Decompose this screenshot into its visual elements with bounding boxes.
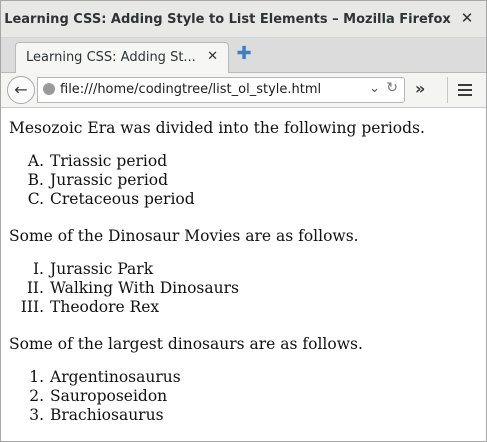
list-item-text: Theodore Rex [50, 298, 160, 316]
intro-paragraph-largest: Some of the largest dinosaurs are as fol… [9, 335, 363, 353]
navigation-toolbar: ← file:///home/codingtree/list_ol_style.… [1, 73, 486, 108]
list-item-text: Sauroposeidon [50, 387, 168, 405]
list-marker: 3. [29, 406, 44, 424]
url-history-dropdown-icon[interactable]: ⌄ [369, 81, 380, 96]
list-item: A. Triassic period [28, 152, 195, 171]
list-item: 1. Argentinosaurus [29, 368, 181, 387]
browser-window: Learning CSS: Adding Style to List Eleme… [0, 0, 487, 442]
list-item-text: Argentinosaurus [50, 368, 181, 386]
list-item: III. Theodore Rex [21, 298, 239, 317]
page-content: Mesozoic Era was divided into the follow… [1, 108, 486, 441]
list-marker: II. [26, 279, 44, 297]
tab-label: Learning CSS: Adding St... [26, 50, 196, 65]
list-item-text: Jurassic period [50, 171, 169, 189]
new-tab-button[interactable]: ✚ [234, 44, 254, 64]
intro-paragraph-periods: Mesozoic Era was divided into the follow… [9, 119, 425, 137]
periods-list: A. Triassic period B. Jurassic period C. Cr… [28, 152, 195, 209]
list-marker: B. [27, 171, 44, 189]
list-item: C. Cretaceous period [28, 190, 195, 209]
window-title: Learning CSS: Adding Style to List Eleme… [4, 12, 451, 27]
tab-close-icon[interactable]: ✕ [207, 49, 218, 64]
hamburger-menu-button[interactable] [447, 77, 478, 103]
list-item-text: Jurassic Park [50, 260, 154, 278]
site-identity-icon[interactable] [43, 83, 55, 95]
list-item: 3. Brachiosaurus [29, 406, 181, 425]
list-item: B. Jurassic period [28, 171, 195, 190]
list-marker: III. [20, 298, 44, 316]
window-close-button[interactable]: ✕ [458, 9, 476, 27]
list-item: I. Jurassic Park [33, 260, 239, 279]
url-text[interactable]: file:///home/codingtree/list_ol_style.ht… [60, 82, 321, 97]
menu-line-icon [458, 94, 472, 96]
list-item: 2. Sauroposeidon [29, 387, 181, 406]
list-item-text: Cretaceous period [50, 190, 195, 208]
tab-strip: Learning CSS: Adding St... ✕ ✚ [1, 38, 486, 73]
url-bar[interactable]: file:///home/codingtree/list_ol_style.ht… [37, 77, 405, 103]
list-item-text: Walking With Dinosaurs [50, 279, 239, 297]
reload-icon[interactable]: ↻ [386, 80, 398, 96]
menu-line-icon [458, 84, 472, 86]
toolbar-overflow-button[interactable]: » [415, 79, 425, 98]
list-item-text: Triassic period [50, 152, 168, 170]
title-bar[interactable]: Learning CSS: Adding Style to List Eleme… [1, 1, 486, 38]
list-item-text: Brachiosaurus [50, 406, 164, 424]
back-button[interactable]: ← [7, 76, 35, 104]
tab-active[interactable]: Learning CSS: Adding St... ✕ [15, 42, 229, 73]
list-marker: C. [27, 190, 44, 208]
movies-list: I. Jurassic Park II. Walking With Dinosaur… [21, 260, 239, 317]
list-marker: A. [27, 152, 44, 170]
menu-line-icon [458, 89, 472, 91]
largest-dinosaurs-list: 1. Argentinosaurus 2. Sauroposeidon 3. Brac… [29, 368, 181, 425]
list-marker: 2. [29, 387, 44, 405]
list-marker: 1. [29, 368, 44, 386]
intro-paragraph-movies: Some of the Dinosaur Movies are as follo… [9, 227, 359, 245]
list-item: II. Walking With Dinosaurs [27, 279, 239, 298]
list-marker: I. [32, 260, 44, 278]
